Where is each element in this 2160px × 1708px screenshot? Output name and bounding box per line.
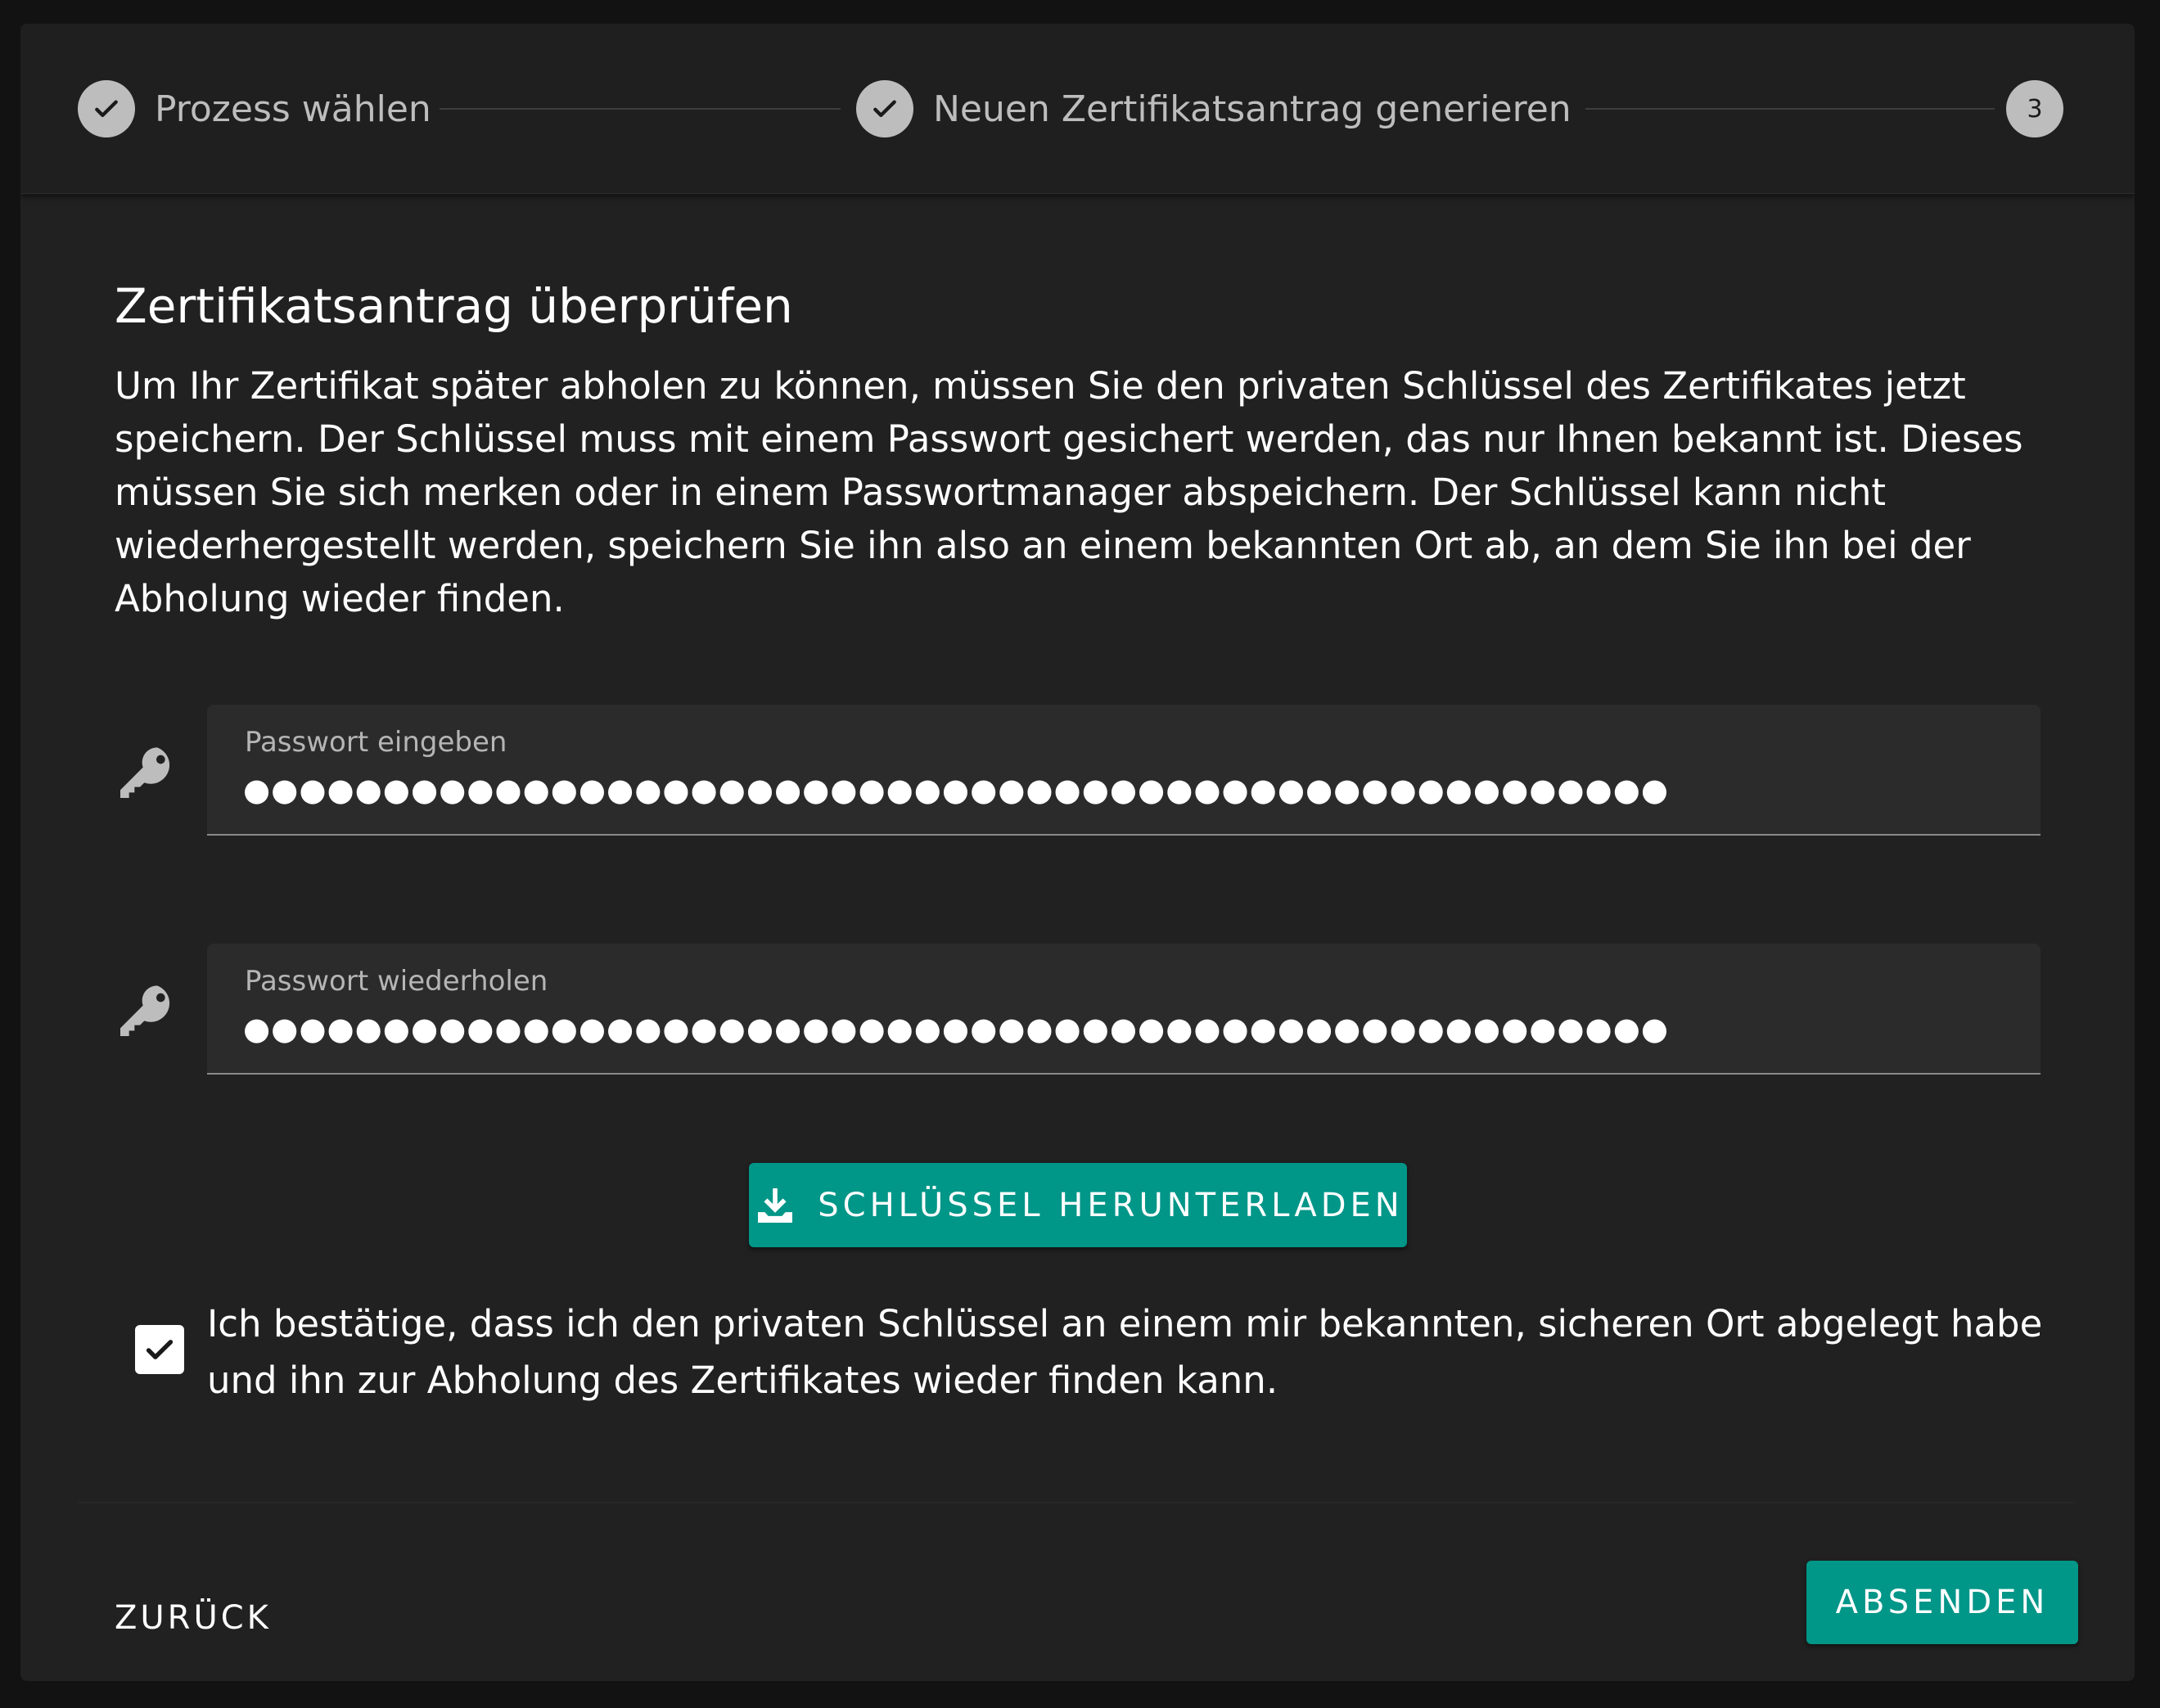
password-repeat-field[interactable]: Passwort wiederholen ●●●●●●●●●●●●●●●●●●●…: [207, 944, 2041, 1075]
step-1-label: Prozess wählen: [155, 88, 431, 130]
checkmark-icon: [146, 1340, 174, 1359]
password-repeat-input[interactable]: ●●●●●●●●●●●●●●●●●●●●●●●●●●●●●●●●●●●●●●●●…: [243, 1011, 2003, 1047]
confirm-checkbox[interactable]: [135, 1325, 184, 1374]
step-divider: [440, 108, 841, 110]
step-divider: [1585, 108, 1995, 110]
page-title: Zertifikatsantrag überprüfen: [115, 278, 793, 334]
password-repeat-label: Passwort wiederholen: [245, 965, 548, 998]
password-field[interactable]: Passwort eingeben ●●●●●●●●●●●●●●●●●●●●●●…: [207, 705, 2041, 836]
step-3-number-badge: 3: [2006, 80, 2063, 137]
download-icon: [758, 1187, 793, 1223]
step-2-check-icon: [856, 80, 913, 137]
dialog-card: Prozess wählen Neuen Zertifikatsantrag g…: [20, 24, 2135, 1681]
password-field-label: Passwort eingeben: [245, 726, 507, 759]
download-key-button[interactable]: SCHLÜSSEL HERUNTERLADEN: [749, 1163, 1407, 1247]
key-icon: [112, 741, 178, 806]
key-icon: [112, 979, 178, 1044]
submit-button[interactable]: ABSENDEN: [1806, 1561, 2078, 1644]
confirm-label[interactable]: Ich bestätige, dass ich den privaten Sch…: [207, 1296, 2073, 1408]
step-3: 3: [2006, 80, 2063, 137]
stepper-header: Prozess wählen Neuen Zertifikatsantrag g…: [20, 24, 2135, 194]
step-1-check-icon: [78, 80, 135, 137]
step-2: Neuen Zertifikatsantrag generieren: [856, 80, 1572, 137]
description-text: Um Ihr Zertifikat später abholen zu könn…: [115, 364, 2023, 620]
footer-divider: [78, 1502, 2075, 1503]
password-input[interactable]: ●●●●●●●●●●●●●●●●●●●●●●●●●●●●●●●●●●●●●●●●…: [243, 772, 2003, 808]
step-2-label: Neuen Zertifikatsantrag generieren: [933, 88, 1572, 130]
download-button-label: SCHLÜSSEL HERUNTERLADEN: [818, 1186, 1404, 1224]
step-1: Prozess wählen: [78, 80, 431, 137]
submit-button-label: ABSENDEN: [1835, 1584, 2050, 1621]
back-button[interactable]: ZURÜCK: [115, 1599, 272, 1637]
